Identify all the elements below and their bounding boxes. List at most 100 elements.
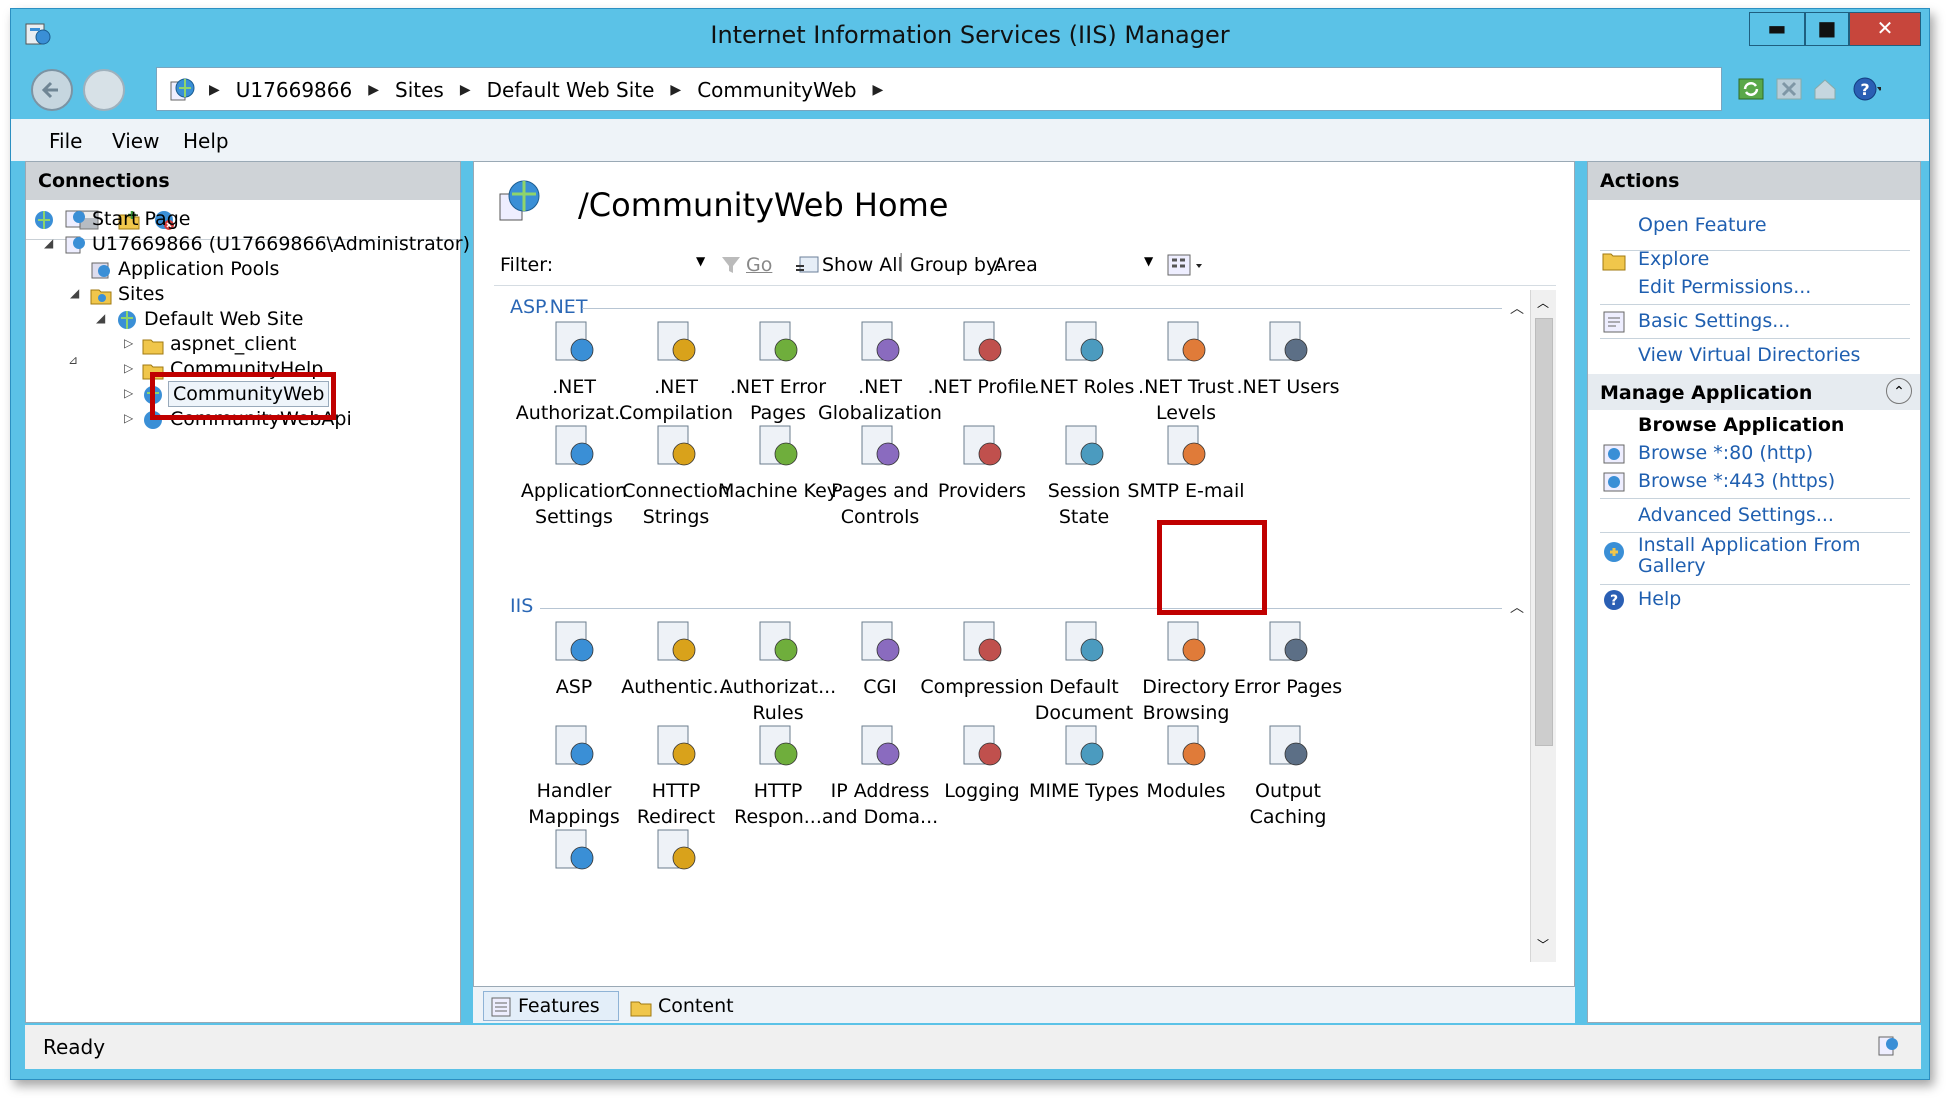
feature-label-line2: Caching <box>1249 806 1327 828</box>
basic-settings-link[interactable]: Basic Settings... <box>1638 310 1790 332</box>
feature-iis-15[interactable]: Output Caching <box>1224 720 1352 830</box>
scroll-down-icon[interactable]: ﹀ <box>1537 936 1549 953</box>
home-icon[interactable] <box>1811 75 1839 103</box>
stop-icon[interactable] <box>1775 75 1803 103</box>
collapse-arrow-icon[interactable]: ◢ <box>96 311 105 325</box>
features-view-tab[interactable]: Features View <box>483 991 619 1045</box>
go-button[interactable]: Go <box>746 254 772 276</box>
breadcrumb-sep: ▶ <box>872 82 884 98</box>
breadcrumb-sites[interactable]: Sites <box>395 78 444 102</box>
breadcrumb-sep: ▶ <box>209 82 220 98</box>
expand-arrow-icon[interactable]: ▷ <box>124 386 133 400</box>
filter-input[interactable] <box>556 250 710 280</box>
menu-bar: File View Help <box>11 119 1929 161</box>
menu-help[interactable]: Help <box>183 129 229 153</box>
open-feature-link[interactable]: Open Feature <box>1638 214 1767 236</box>
tree-aspnet-client[interactable]: aspnet_client <box>170 333 296 355</box>
forward-button[interactable] <box>83 69 125 111</box>
feature-iis-12-icon <box>963 725 1002 766</box>
feature-iis-4-icon <box>963 621 1002 662</box>
vertical-scrollbar[interactable]: ︿ ﹀ <box>1530 290 1556 962</box>
feature-iis-17[interactable] <box>612 824 740 882</box>
filter-dropdown-icon[interactable]: ▼ <box>696 254 705 268</box>
breadcrumb: ▶ U17669866 ▶ Sites ▶ Default Web Site ▶… <box>209 68 899 112</box>
install-gallery-link-line1[interactable]: Install Application From <box>1638 534 1861 556</box>
manage-application-header: Manage Application <box>1600 382 1813 404</box>
scrollbar-thumb[interactable] <box>1535 318 1553 746</box>
browse-443-link[interactable]: Browse *:443 (https) <box>1638 470 1835 492</box>
group-by-dropdown-icon[interactable]: ▼ <box>1144 254 1153 268</box>
feature-aspnet-9-icon <box>657 425 696 466</box>
feature-aspnet-11-icon <box>861 425 900 466</box>
back-arrow-icon <box>41 81 58 99</box>
expand-arrow-icon[interactable]: ▷ <box>124 361 133 375</box>
menu-view[interactable]: View <box>112 129 159 153</box>
expand-arrow-icon[interactable]: ▷ <box>124 411 133 425</box>
tree-server[interactable]: U17669866 (U17669866\Administrator) <box>92 233 470 255</box>
menu-file[interactable]: File <box>49 129 82 153</box>
breadcrumb-default-web-site[interactable]: Default Web Site <box>487 78 655 102</box>
view-switcher: Features View Content View <box>473 987 1575 1045</box>
install-gallery-link-line2[interactable]: Gallery <box>1638 555 1706 577</box>
edit-permissions-link[interactable]: Edit Permissions... <box>1638 276 1811 298</box>
explore-link[interactable]: Explore <box>1638 248 1709 270</box>
tree-start-page[interactable]: Start Page <box>92 208 190 230</box>
close-button[interactable]: ✕ <box>1849 12 1921 46</box>
feature-iis-16-icon <box>555 829 594 870</box>
advanced-settings-link[interactable]: Advanced Settings... <box>1638 504 1834 526</box>
page-title: /CommunityWeb Home <box>578 186 949 224</box>
collapse-group-icon[interactable]: ︿ <box>1510 298 1524 318</box>
features-view-icon <box>491 997 511 1017</box>
show-all-button[interactable]: Show All <box>822 254 903 276</box>
browse-80-link[interactable]: Browse *:80 (http) <box>1638 442 1813 464</box>
minimize-button[interactable]: ▬ <box>1749 12 1805 46</box>
features-pane: /CommunityWeb Home Filter: ▼ Go Show All… <box>473 161 1575 987</box>
breadcrumb-communityweb[interactable]: CommunityWeb <box>697 78 856 102</box>
collapse-arrow-icon[interactable]: ◢ <box>70 286 79 300</box>
feature-aspnet-6-icon <box>1167 321 1206 362</box>
maximize-button[interactable]: ■ <box>1805 12 1849 46</box>
collapse-section-icon[interactable]: ⌃ <box>1886 378 1912 404</box>
scroll-up-icon[interactable]: ︿ <box>1537 294 1549 311</box>
help-link[interactable]: Help <box>1638 588 1681 610</box>
feature-iis-0-icon <box>555 621 594 662</box>
application-pools-icon <box>91 262 110 279</box>
back-button[interactable] <box>31 69 73 111</box>
explore-folder-icon <box>1602 253 1626 271</box>
view-mode-icon[interactable] <box>1166 252 1206 278</box>
actions-pane: Actions Open Feature Explore Edit Permis… <box>1587 161 1921 1023</box>
feature-iis-10-icon <box>759 725 798 766</box>
address-bar[interactable]: ▶ U17669866 ▶ Sites ▶ Default Web Site ▶… <box>156 67 1722 111</box>
feature-iis-2-icon <box>759 621 798 662</box>
help-dropdown-icon[interactable]: ? <box>1853 75 1881 103</box>
collapse-arrow-icon[interactable]: ◢ <box>44 236 53 250</box>
tree-sites[interactable]: Sites <box>118 283 164 305</box>
content-view-tab[interactable]: Content View <box>623 991 763 1045</box>
breadcrumb-sep: ▶ <box>670 82 682 98</box>
breadcrumb-server[interactable]: U17669866 <box>236 78 352 102</box>
group-by-select[interactable]: Area <box>994 254 1038 276</box>
feature-aspnet-3-icon <box>861 321 900 362</box>
address-row: ▶ U17669866 ▶ Sites ▶ Default Web Site ▶… <box>11 61 1929 119</box>
connection-status-icon <box>1878 1036 1898 1056</box>
refresh-icon[interactable] <box>1737 75 1765 103</box>
highlight-box-communityweb <box>150 372 336 420</box>
browse-globe-icon <box>1603 444 1625 464</box>
tree-default-web-site[interactable]: Default Web Site <box>144 308 303 330</box>
feature-iis-7[interactable]: Error Pages <box>1224 616 1352 700</box>
group-by-label: Group by: <box>910 254 1003 276</box>
connect-globe-icon[interactable] <box>34 209 56 231</box>
highlight-box-session-state <box>1157 520 1267 615</box>
tree-application-pools[interactable]: Application Pools <box>118 258 279 280</box>
feature-aspnet-7[interactable]: .NET Users <box>1224 316 1352 400</box>
expand-arrow-icon[interactable]: ▷ <box>124 336 133 350</box>
go-funnel-icon <box>722 257 740 273</box>
website-globe-icon <box>118 311 136 329</box>
feature-label-line1: SMTP E-mail <box>1127 480 1245 502</box>
feature-aspnet-1-icon <box>657 321 696 362</box>
view-virtual-directories-link[interactable]: View Virtual Directories <box>1638 344 1860 366</box>
collapse-group-icon[interactable]: ︿ <box>1510 597 1524 617</box>
group-divider <box>540 608 1502 609</box>
feature-aspnet-14[interactable]: SMTP E-mail <box>1122 420 1250 504</box>
feature-iis-14-icon <box>1167 725 1206 766</box>
